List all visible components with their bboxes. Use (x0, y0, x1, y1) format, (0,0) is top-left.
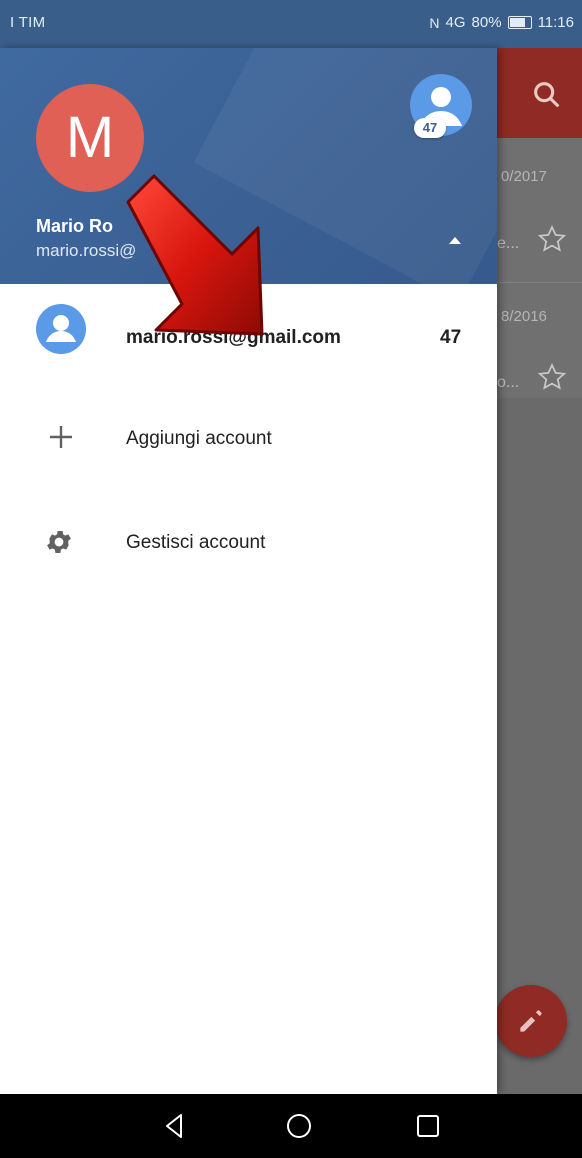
red-arrow-icon (126, 174, 264, 336)
email-date: 8/2016 (501, 308, 547, 325)
divider (497, 282, 582, 283)
email-snippet: o... (497, 374, 520, 391)
carrier-label: I TIM (10, 14, 46, 31)
system-nav-bar (0, 1094, 582, 1158)
email-date: 0/2017 (501, 168, 547, 185)
battery-percent: 80% (471, 14, 502, 31)
battery-icon (507, 16, 532, 29)
list-item: 0/2017 e... (497, 160, 582, 280)
pencil-icon (520, 1010, 542, 1032)
compose-button (495, 985, 567, 1057)
recents-icon[interactable] (412, 1110, 444, 1142)
home-icon[interactable] (283, 1110, 315, 1142)
email-snippet: e... (497, 235, 520, 252)
plus-icon (50, 426, 72, 448)
manage-accounts-label: Gestisci account (126, 532, 266, 553)
collapse-arrow-icon[interactable] (446, 234, 464, 246)
status-bar: I TIM N 4G 80% 11:16 (0, 0, 582, 48)
star-icon (537, 225, 567, 252)
gear-icon (47, 531, 71, 553)
search-icon (534, 82, 560, 108)
other-accounts-badge: 47 (414, 118, 446, 138)
nfc-icon: N (429, 14, 440, 31)
account-name: Mario Ro (36, 216, 114, 236)
manage-accounts-item[interactable]: Gestisci account (0, 494, 497, 590)
star-icon (537, 363, 567, 390)
back-icon[interactable] (158, 1110, 190, 1142)
signal-label: 4G (445, 14, 466, 31)
account-circle-icon (36, 304, 86, 354)
add-account-label: Aggiungi account (126, 428, 272, 449)
unread-count: 47 (440, 327, 462, 348)
list-item: 8/2016 o... (497, 300, 582, 420)
add-account-item[interactable]: Aggiungi account (0, 390, 497, 486)
clock: 11:16 (537, 14, 574, 31)
